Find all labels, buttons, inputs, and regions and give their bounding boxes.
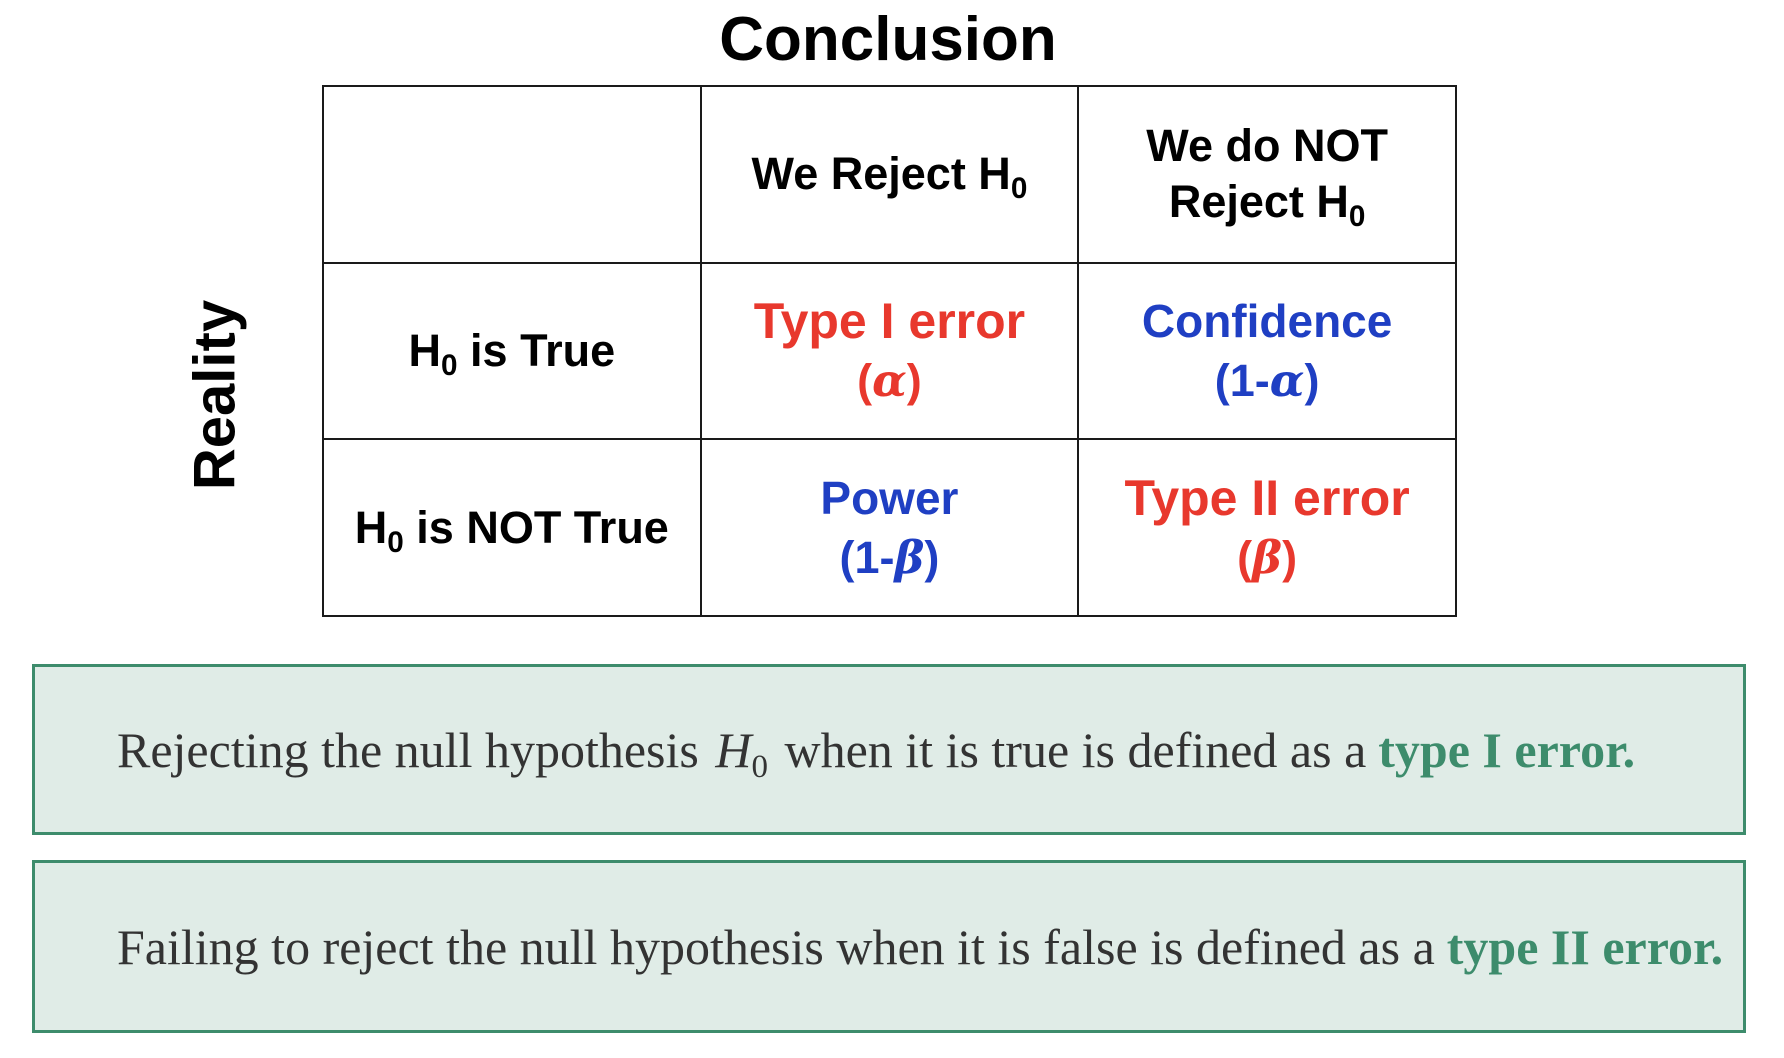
- header-row: We Reject H0 We do NOT Reject H0: [322, 85, 1457, 264]
- col-header-reject: We Reject H0: [699, 85, 1080, 264]
- col-header-not-reject: We do NOT Reject H0: [1077, 85, 1457, 264]
- row-header-h0-true: H0 is True: [322, 261, 702, 441]
- cell-main-label: Power: [820, 471, 959, 524]
- definition-text: Failing to reject the null hypothesis wh…: [117, 918, 1724, 975]
- row-header-h0-not-true: H0 is NOT True: [322, 438, 702, 617]
- reality-label: Reality: [182, 299, 248, 491]
- corner-cell: [322, 85, 702, 264]
- definition-type-1: Rejecting the null hypothesis H0 when it…: [32, 664, 1746, 835]
- definition-text: Rejecting the null hypothesis H0 when it…: [117, 721, 1636, 785]
- cell-symbol: (β): [1237, 530, 1298, 584]
- math-h0: H0: [715, 721, 768, 785]
- row-h0-true: H0 is True Type I error (α) Confidence (…: [322, 261, 1457, 441]
- cell-main-label: Type II error: [1124, 469, 1410, 526]
- term-type-1-error: type I error.: [1378, 721, 1636, 778]
- cell-power: Power (1-β): [699, 438, 1080, 617]
- cell-type-1-error: Type I error (α): [699, 261, 1080, 441]
- conclusion-title: Conclusion: [719, 5, 1057, 74]
- decision-matrix: We Reject H0 We do NOT Reject H0 H0 is Tr…: [322, 85, 1457, 617]
- row-h0-not-true: H0 is NOT True Power (1-β) Type II error…: [322, 438, 1457, 617]
- cell-main-label: Confidence: [1141, 294, 1393, 347]
- cell-symbol: (1-β): [839, 530, 940, 584]
- cell-confidence: Confidence (1-α): [1077, 261, 1457, 441]
- cell-main-label: Type I error: [753, 292, 1026, 349]
- definition-type-2: Failing to reject the null hypothesis wh…: [32, 860, 1746, 1033]
- term-type-2-error: type II error.: [1446, 918, 1724, 975]
- cell-type-2-error: Type II error (β): [1077, 438, 1457, 617]
- cell-symbol: (1-α): [1214, 353, 1320, 407]
- cell-symbol: (α): [857, 353, 922, 407]
